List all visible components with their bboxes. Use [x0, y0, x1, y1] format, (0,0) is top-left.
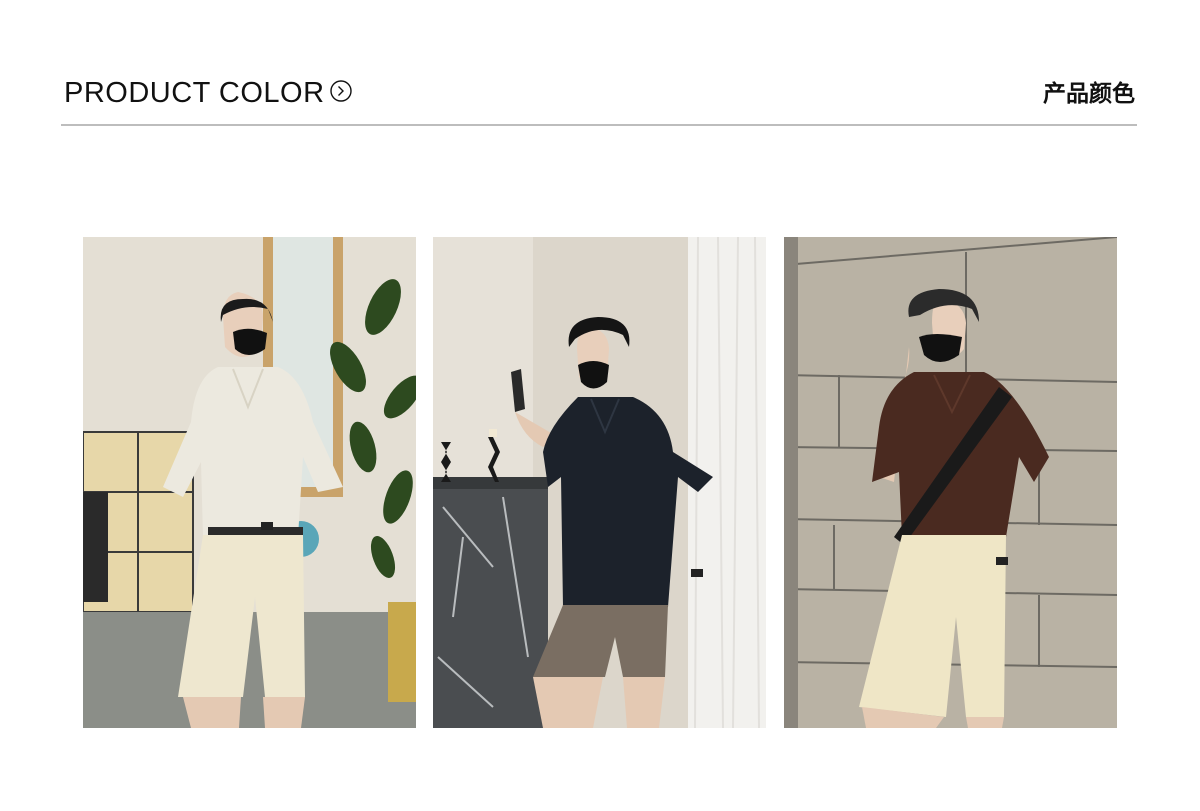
circle-chevron-right-icon[interactable] [330, 80, 352, 102]
product-photo-brown[interactable] [784, 237, 1117, 728]
section-header: PRODUCT COLOR 产品颜色 [62, 74, 1137, 114]
product-photo-black[interactable] [433, 237, 766, 728]
header-divider [61, 124, 1137, 126]
section-title-cn: 产品颜色 [1043, 81, 1135, 107]
model-photo-brown [784, 237, 1117, 728]
model-photo-white [83, 237, 416, 728]
section-title: PRODUCT COLOR [64, 77, 325, 109]
product-photo-white[interactable] [83, 237, 416, 728]
model-photo-black [433, 237, 766, 728]
